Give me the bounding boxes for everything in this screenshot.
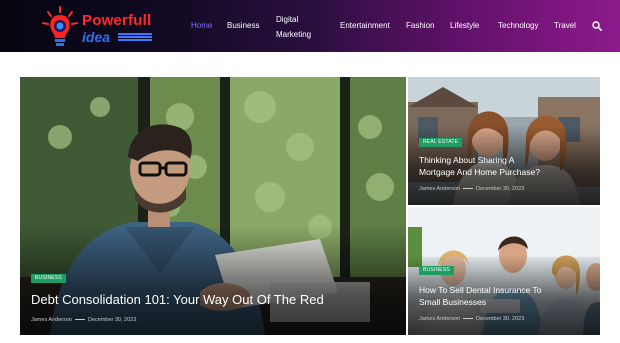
nav-item-home[interactable]: Home xyxy=(191,20,212,32)
title-line: Thinking About Sharing A xyxy=(419,155,515,165)
nav-item-technology[interactable]: Technology xyxy=(498,20,538,32)
side-article-title[interactable]: How To Sell Dental Insurance To Small Bu… xyxy=(419,284,595,308)
meta-divider xyxy=(462,188,473,190)
nav-item-business[interactable]: Business xyxy=(227,20,259,32)
site-logo[interactable]: Powerfull idea xyxy=(40,6,152,48)
brand-name-line2: idea xyxy=(82,29,111,45)
category-badge[interactable]: BUSINESS xyxy=(31,274,66,283)
lightbulb-icon xyxy=(42,6,78,46)
title-line: How To Sell Dental Insurance To xyxy=(419,285,542,295)
author-name[interactable]: James Anderson xyxy=(419,186,460,192)
author-name[interactable]: James Anderson xyxy=(419,316,460,322)
title-line: Mortgage And Home Purchase? xyxy=(419,167,540,177)
author-name[interactable]: James Anderson xyxy=(31,317,72,323)
side-article-card[interactable]: REAL ESTATE Thinking About Sharing A Mor… xyxy=(408,77,600,205)
post-date: December 30, 2023 xyxy=(475,316,525,322)
meta-divider xyxy=(462,318,473,320)
nav-item-label: Digital xyxy=(276,15,299,24)
post-date: December 30, 2023 xyxy=(87,317,137,323)
site-header: Powerfull idea Home Business Digital Mar… xyxy=(0,0,620,52)
side-article-card[interactable]: BUSINESS How To Sell Dental Insurance To… xyxy=(408,207,600,335)
article-meta: James Anderson December 30, 2023 xyxy=(419,186,524,192)
article-meta: James Anderson December 30, 2023 xyxy=(31,317,136,323)
brand-name-line1: Powerfull xyxy=(82,12,152,29)
category-badge[interactable]: REAL ESTATE xyxy=(419,138,463,147)
search-icon[interactable] xyxy=(592,21,602,31)
side-article-title[interactable]: Thinking About Sharing A Mortgage And Ho… xyxy=(419,154,595,178)
featured-article-card[interactable]: BUSINESS Debt Consolidation 101: Your Wa… xyxy=(20,77,406,335)
meta-divider xyxy=(74,319,85,321)
brand-underline-decoration xyxy=(118,33,152,41)
post-date: December 30, 2023 xyxy=(475,186,525,192)
nav-item-lifestyle[interactable]: Lifestyle xyxy=(450,20,479,32)
category-badge[interactable]: BUSINESS xyxy=(419,266,454,275)
title-line: Small Businesses xyxy=(419,297,487,307)
article-meta: James Anderson December 30, 2023 xyxy=(419,316,524,322)
nav-item-fashion[interactable]: Fashion xyxy=(406,20,434,32)
nav-item-entertainment[interactable]: Entertainment xyxy=(340,20,390,32)
nav-item-travel[interactable]: Travel xyxy=(554,20,576,32)
nav-item-label: Marketing xyxy=(276,30,312,39)
featured-article-title[interactable]: Debt Consolidation 101: Your Way Out Of … xyxy=(31,292,401,308)
nav-item-digital-marketing[interactable]: Digital Marketing xyxy=(276,14,311,41)
